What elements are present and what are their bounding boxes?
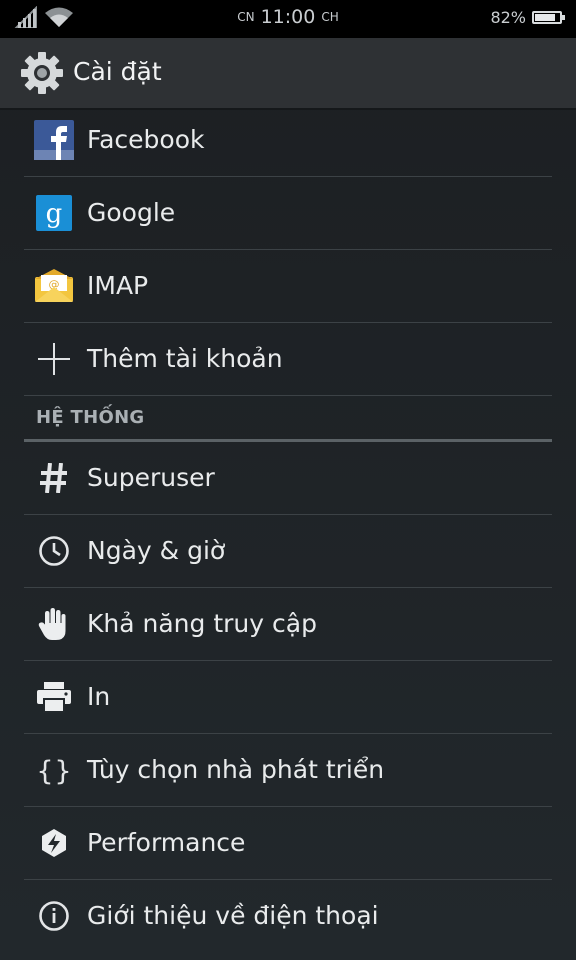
account-facebook[interactable]: Facebook [24, 104, 552, 177]
settings-item-label: Performance [87, 828, 246, 857]
settings-item-date-time[interactable]: Ngày & giờ [24, 515, 552, 588]
account-imap[interactable]: @ IMAP [24, 250, 552, 323]
svg-text:{: { [37, 756, 54, 785]
account-label: IMAP [87, 271, 149, 300]
clock-prefix: CN [237, 10, 255, 24]
settings-item-superuser[interactable]: Superuser [24, 442, 552, 515]
performance-bolt-icon [34, 823, 74, 863]
settings-item-performance[interactable]: Performance [24, 807, 552, 880]
status-bar: CN 11:00 CH 82% [0, 0, 576, 38]
account-label: Facebook [87, 125, 205, 154]
settings-item-label: Giới thiệu về điện thoại [87, 901, 379, 930]
page-title: Cài đặt [73, 57, 162, 86]
settings-item-label: In [87, 682, 111, 711]
section-header-label: HỆ THỐNG [36, 407, 145, 428]
add-account-button[interactable]: Thêm tài khoản [24, 323, 552, 396]
battery-level-fill [535, 14, 555, 21]
add-account-label: Thêm tài khoản [87, 344, 283, 373]
settings-screen: CN 11:00 CH 82% Cài đặt Facebook g Googl… [0, 0, 576, 960]
hash-icon [34, 458, 74, 498]
plus-icon [34, 339, 74, 379]
settings-list: Facebook g Google @ IMAP Thêm tài khoản … [0, 104, 576, 953]
settings-item-accessibility[interactable]: Khả năng truy cập [24, 588, 552, 661]
info-icon [34, 896, 74, 936]
clock-icon [34, 531, 74, 571]
settings-item-developer-options[interactable]: { } Tùy chọn nhà phát triển [24, 734, 552, 807]
settings-item-label: Khả năng truy cập [87, 609, 317, 638]
gear-icon[interactable] [20, 51, 64, 95]
printer-icon [34, 677, 74, 717]
settings-item-label: Superuser [87, 463, 215, 492]
account-label: Google [87, 198, 176, 227]
settings-item-about-phone[interactable]: Giới thiệu về điện thoại [24, 880, 552, 953]
settings-item-print[interactable]: In [24, 661, 552, 734]
svg-text:}: } [54, 756, 71, 785]
account-google[interactable]: g Google [24, 177, 552, 250]
imap-mail-icon: @ [34, 266, 74, 306]
settings-item-label: Tùy chọn nhà phát triển [87, 755, 385, 784]
section-header-system: HỆ THỐNG [24, 396, 552, 442]
google-icon: g [34, 193, 74, 233]
facebook-icon [34, 120, 74, 160]
hand-icon [34, 604, 74, 644]
clock-suffix: CH [321, 10, 339, 24]
battery-percent: 82% [490, 8, 526, 27]
action-bar: Cài đặt [0, 38, 576, 110]
braces-icon: { } [34, 750, 74, 790]
battery-icon [532, 11, 565, 24]
clock-time: 11:00 [260, 6, 316, 28]
settings-item-label: Ngày & giờ [87, 536, 226, 565]
svg-text:g: g [46, 199, 63, 229]
